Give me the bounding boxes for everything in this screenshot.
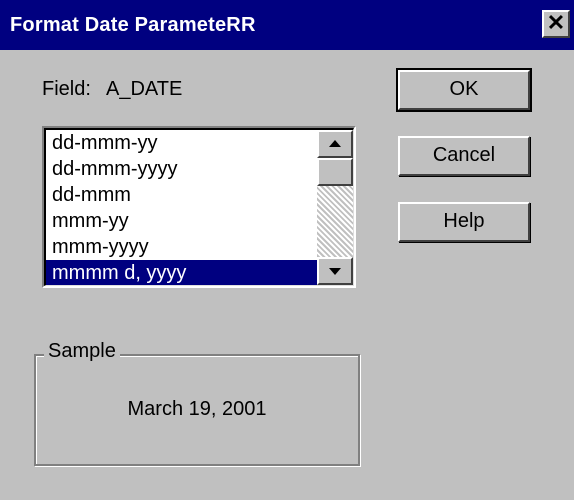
title-bar: Format Date ParameteRR ✕	[0, 0, 574, 50]
help-button[interactable]: Help	[398, 202, 530, 242]
sample-value: March 19, 2001	[127, 398, 267, 420]
sample-label: Sample	[44, 340, 120, 363]
list-item[interactable]: mmm-yyyy	[46, 234, 318, 260]
list-item[interactable]: dd-mmm-yy	[46, 130, 318, 156]
format-list: dd-mmm-yy dd-mmm-yyyy dd-mmm mmm-yy mmm-…	[46, 130, 318, 285]
list-item[interactable]: dd-mmm-yyyy	[46, 156, 318, 182]
field-label: Field:	[42, 78, 91, 100]
vertical-scrollbar[interactable]	[317, 130, 353, 285]
list-item-selected[interactable]: mmmm d, yyyy	[46, 260, 318, 285]
field-value: A_DATE	[106, 78, 183, 100]
close-icon: ✕	[546, 10, 566, 35]
cancel-button[interactable]: Cancel	[398, 136, 530, 176]
arrow-down-icon	[329, 268, 341, 275]
list-item[interactable]: dd-mmm	[46, 182, 318, 208]
format-listbox[interactable]: dd-mmm-yy dd-mmm-yyyy dd-mmm mmm-yy mmm-…	[42, 126, 356, 288]
ok-button[interactable]: OK	[396, 68, 532, 112]
arrow-up-icon	[329, 140, 341, 147]
list-item[interactable]: mmm-yy	[46, 208, 318, 234]
window-title: Format Date ParameteRR	[10, 14, 256, 36]
scroll-thumb[interactable]	[317, 158, 353, 186]
scroll-up-button[interactable]	[317, 130, 353, 158]
close-button[interactable]: ✕	[542, 10, 570, 38]
scroll-down-button[interactable]	[317, 257, 353, 285]
